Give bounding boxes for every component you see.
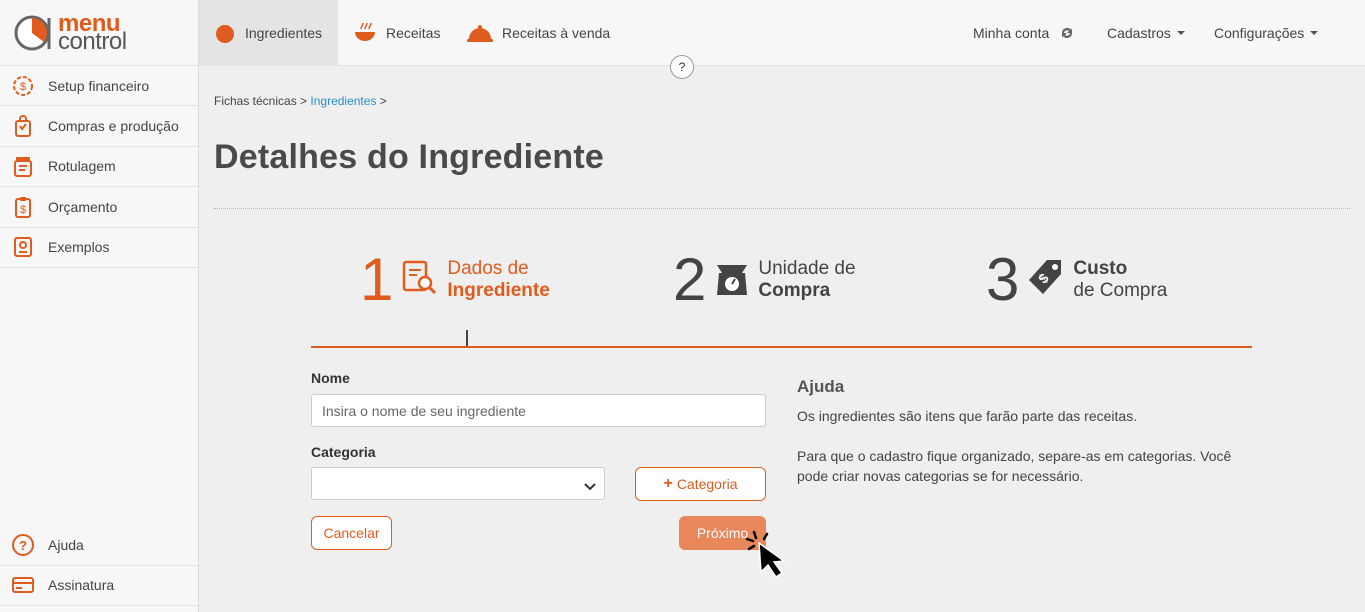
sidebar-item-exemplos[interactable]: Exemplos (0, 228, 198, 268)
caret-down-icon (1310, 31, 1319, 35)
tab-ingredientes[interactable]: Ingredientes (199, 0, 338, 66)
account-menu[interactable]: Minha conta (973, 0, 1075, 66)
step-label: Dados de Ingrediente (447, 258, 549, 302)
breadcrumb-part1: Fichas técnicas > (214, 94, 308, 108)
plus-icon: + (663, 475, 673, 492)
sidebar-item-label: Rotulagem (48, 158, 116, 175)
breadcrumb-part2: > (379, 94, 387, 108)
sidebar-bottom: ? Ajuda Assinatura (0, 525, 198, 606)
refresh-icon (1059, 25, 1075, 41)
help-title: Ajuda (797, 377, 845, 396)
breadcrumb: Fichas técnicas > Ingredientes > (214, 94, 387, 108)
step-number: 3 (986, 246, 1020, 313)
step-label: Unidade de Compra (758, 258, 855, 302)
tab-label: Receitas à venda (502, 25, 611, 41)
sidebar: menu control $ Setup financeiro Compras … (0, 0, 199, 612)
step-2: 2 Unidade de Compra (673, 250, 856, 310)
help-paragraph-1: Os ingredientes são itens que farão part… (797, 408, 1138, 424)
step-line1: Dados de (447, 258, 529, 279)
logo-text: menu control (58, 11, 127, 55)
svg-text:?: ? (19, 538, 27, 553)
logo-line2: control (58, 27, 127, 55)
sidebar-item-label: Compras e produção (48, 118, 179, 135)
sidebar-item-compras[interactable]: Compras e produção (0, 106, 198, 147)
tab-label: Ingredientes (245, 25, 323, 41)
help-icon: ? (10, 532, 36, 558)
cadastros-label: Cadastros (1107, 25, 1171, 41)
name-label: Nome (311, 370, 350, 386)
sidebar-item-setup-financeiro[interactable]: $ Setup financeiro (0, 66, 198, 107)
step-line2: Compra (758, 280, 831, 301)
svg-text:$: $ (20, 204, 26, 216)
card-icon (10, 572, 36, 598)
step-number: 2 (673, 246, 707, 313)
book-icon (10, 234, 36, 260)
cloche-icon (466, 21, 494, 45)
gear-dollar-icon: $ (10, 73, 36, 99)
mouse-cursor-icon (745, 530, 797, 585)
name-input[interactable] (311, 394, 766, 427)
sidebar-item-rotulagem[interactable]: Rotulagem (0, 147, 198, 188)
scale-icon (714, 259, 750, 302)
pot-icon (352, 21, 378, 45)
tab-receitas-a-venda[interactable]: Receitas à venda (452, 0, 624, 66)
sidebar-item-label: Setup financeiro (48, 77, 150, 94)
step-1: 1 Dados de Ingrediente (360, 250, 550, 310)
sidebar-item-orcamento[interactable]: $ Orçamento (0, 187, 198, 228)
cadastros-dropdown[interactable]: Cadastros (1107, 0, 1185, 66)
shopping-bag-icon (10, 113, 36, 139)
step-line1: Custo (1073, 258, 1128, 279)
tomato-icon (213, 21, 237, 45)
add-category-button[interactable]: + Categoria (635, 467, 766, 501)
account-label: Minha conta (973, 25, 1050, 41)
sidebar-item-label: Orçamento (48, 198, 118, 215)
sidebar-item-label: Assinatura (48, 577, 115, 594)
tab-receitas[interactable]: Receitas (338, 0, 454, 66)
document-search-icon (401, 259, 439, 302)
cancel-button[interactable]: Cancelar (311, 516, 392, 550)
step-line2: Ingrediente (447, 280, 550, 301)
step-indicator (466, 330, 468, 346)
category-label: Categoria (311, 444, 376, 460)
step-line1: Unidade de (758, 258, 856, 279)
divider (214, 208, 1350, 209)
configuracoes-dropdown[interactable]: Configurações (1214, 0, 1319, 66)
sidebar-item-assinatura[interactable]: Assinatura (0, 566, 198, 606)
configuracoes-label: Configurações (1214, 25, 1305, 41)
page-title: Detalhes do Ingrediente (214, 138, 605, 176)
chevron-down-icon (584, 479, 596, 497)
tab-label: Receitas (386, 25, 441, 41)
help-paragraph-2: Para que o cadastro fique organizado, se… (797, 448, 1232, 484)
add-category-label: Categoria (676, 476, 738, 492)
sidebar-item-ajuda[interactable]: ? Ajuda (0, 525, 198, 566)
next-label: Próximo (696, 525, 749, 541)
logo[interactable]: menu control (0, 0, 198, 66)
step-number: 1 (360, 246, 394, 313)
jar-label-icon (10, 153, 36, 179)
breadcrumb-link-ingredientes[interactable]: Ingredientes (310, 94, 376, 108)
step-label: Custo de Compra (1073, 258, 1167, 302)
clipboard-dollar-icon: $ (10, 194, 36, 220)
caret-down-icon (1176, 31, 1185, 35)
price-tag-icon: $ (1027, 258, 1065, 303)
step-line2: de Compra (1073, 280, 1168, 301)
logo-icon (14, 15, 51, 50)
category-select[interactable] (311, 467, 605, 500)
help-bubble-button[interactable]: ? (670, 55, 694, 79)
svg-text:$: $ (20, 81, 26, 93)
sidebar-item-label: Ajuda (48, 536, 84, 553)
step-3: 3 $ Custo de Compra (986, 250, 1167, 310)
sidebar-item-label: Exemplos (48, 239, 110, 256)
step-progress-line (311, 346, 1252, 348)
top-navigation: Ingredientes Receitas Receitas à venda M… (199, 0, 1365, 66)
